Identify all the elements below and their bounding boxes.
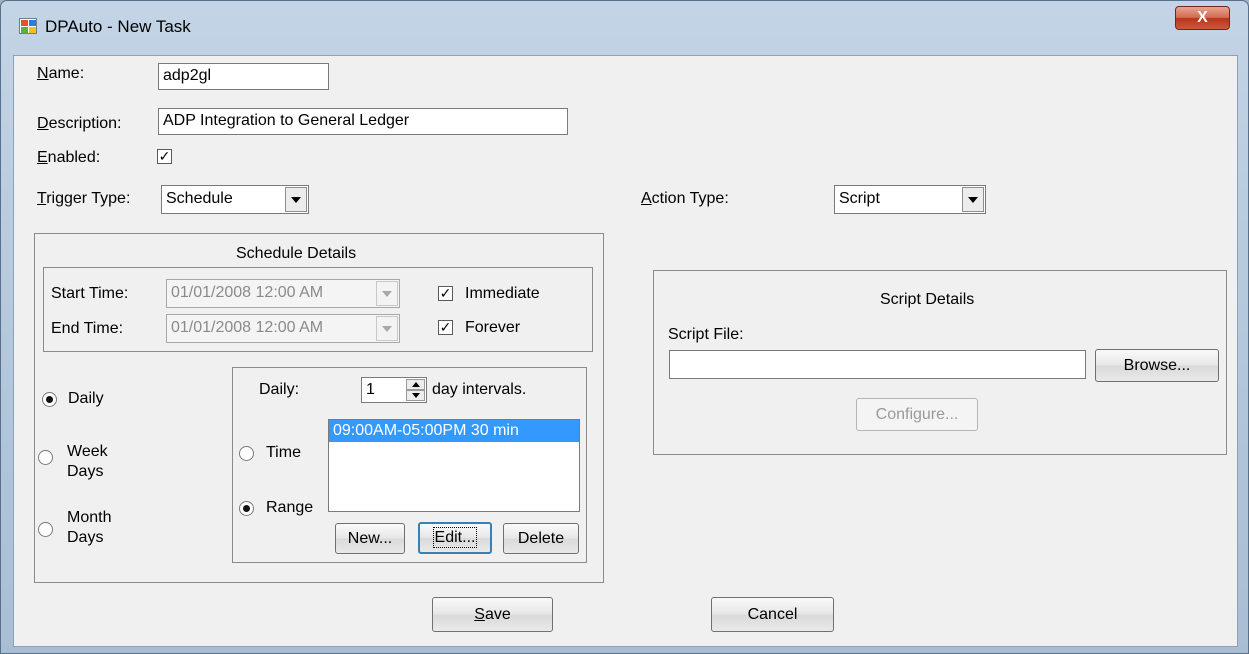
- title-bar[interactable]: DPAuto - New Task X: [1, 1, 1248, 45]
- close-icon: X: [1197, 9, 1208, 26]
- checkmark-icon: ✓: [158, 148, 171, 164]
- name-input[interactable]: adp2gl: [158, 63, 329, 90]
- start-time-label: Start Time:: [51, 285, 129, 302]
- time-radio-label: Time: [266, 444, 301, 461]
- checkmark-icon: ✓: [439, 285, 452, 301]
- cancel-button[interactable]: Cancel: [711, 597, 834, 632]
- delete-range-button[interactable]: Delete: [503, 523, 579, 554]
- chevron-down-icon: [376, 316, 398, 341]
- forever-checkbox[interactable]: ✓: [438, 320, 453, 335]
- range-radio[interactable]: [239, 501, 254, 516]
- description-label: Description:: [37, 115, 122, 132]
- interval-value: 1: [366, 381, 375, 398]
- immediate-label: Immediate: [465, 285, 540, 302]
- daily-label: Daily:: [259, 381, 300, 398]
- enabled-label: Enabled:: [37, 149, 101, 166]
- interval-suffix-label: day intervals.: [432, 381, 527, 398]
- action-type-value: Script: [839, 190, 880, 207]
- script-file-label: Script File:: [668, 326, 744, 343]
- week-days-radio-label: Week Days: [67, 443, 108, 480]
- range-list[interactable]: 09:00AM-05:00PM 30 min: [328, 419, 580, 512]
- spin-up-icon[interactable]: [406, 379, 425, 390]
- schedule-details-title: Schedule Details: [236, 245, 357, 262]
- chevron-down-icon: [376, 281, 398, 306]
- new-range-button[interactable]: New...: [335, 523, 405, 554]
- month-days-radio-label: Month Days: [67, 509, 112, 546]
- script-details-title: Script Details: [880, 291, 975, 308]
- end-time-label: End Time:: [51, 320, 124, 337]
- trigger-type-value: Schedule: [166, 190, 233, 207]
- chevron-down-icon[interactable]: [962, 187, 984, 212]
- list-item[interactable]: 09:00AM-05:00PM 30 min: [329, 420, 579, 442]
- checkmark-icon: ✓: [439, 319, 452, 335]
- configure-button: Configure...: [856, 398, 978, 431]
- name-label: Name:: [37, 65, 85, 82]
- trigger-type-select[interactable]: Schedule: [161, 185, 309, 214]
- edit-range-button[interactable]: Edit...: [418, 522, 492, 554]
- browse-button[interactable]: Browse...: [1095, 349, 1219, 382]
- start-time-value: 01/01/2008 12:00 AM: [171, 284, 324, 301]
- daily-radio[interactable]: [42, 392, 57, 407]
- action-type-select[interactable]: Script: [834, 185, 986, 214]
- week-days-radio[interactable]: [38, 450, 53, 465]
- trigger-type-label: Trigger Type:: [37, 190, 131, 207]
- end-time-picker: 01/01/2008 12:00 AM: [166, 314, 400, 343]
- range-radio-label: Range: [266, 499, 314, 516]
- interval-spinner[interactable]: 1: [361, 377, 427, 403]
- app-icon[interactable]: [19, 18, 37, 34]
- description-input[interactable]: ADP Integration to General Ledger: [158, 108, 568, 135]
- end-time-value: 01/01/2008 12:00 AM: [171, 319, 324, 336]
- time-radio[interactable]: [239, 446, 254, 461]
- script-file-input[interactable]: [669, 350, 1086, 379]
- chevron-down-icon[interactable]: [285, 187, 307, 212]
- daily-radio-label: Daily: [68, 390, 104, 407]
- start-time-picker: 01/01/2008 12:00 AM: [166, 279, 400, 308]
- save-button[interactable]: Save: [432, 597, 553, 632]
- spin-down-icon[interactable]: [406, 390, 425, 401]
- month-days-radio[interactable]: [38, 522, 53, 537]
- close-button[interactable]: X: [1175, 6, 1230, 30]
- enabled-checkbox[interactable]: ✓: [157, 149, 172, 164]
- forever-label: Forever: [465, 319, 521, 336]
- window-title: DPAuto - New Task: [45, 17, 191, 36]
- immediate-checkbox[interactable]: ✓: [438, 286, 453, 301]
- dialog-client-area: Name: adp2gl Description: ADP Integratio…: [13, 55, 1238, 647]
- dialog-window: DPAuto - New Task X Name: adp2gl Descrip…: [0, 0, 1249, 654]
- action-type-label: Action Type:: [641, 190, 729, 207]
